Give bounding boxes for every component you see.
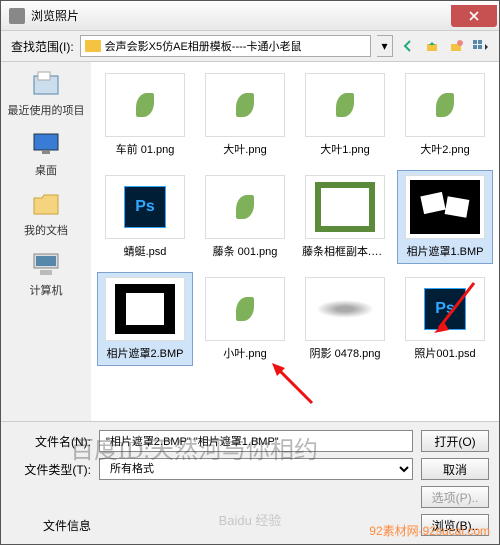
file-item[interactable]: 藤条相框副本.png — [297, 170, 393, 264]
file-name-label: 小叶.png — [223, 345, 266, 361]
file-name-label: 大叶1.png — [320, 141, 370, 157]
sidebar-item-label: 我的文档 — [24, 222, 68, 238]
path-dropdown[interactable]: 会声会影X5仿AE相册模板----卡通小老鼠 — [80, 35, 371, 57]
filename-label: 文件名(N): — [11, 433, 91, 450]
back-icon[interactable] — [399, 37, 417, 55]
sidebar-item-label: 计算机 — [30, 282, 63, 298]
recent-icon — [30, 70, 62, 98]
file-thumbnail — [105, 277, 185, 341]
fileinfo-label: 文件信息 — [11, 517, 91, 534]
sidebar-item-desktop[interactable]: 桌面 — [30, 130, 62, 178]
file-item[interactable]: 小叶.png — [197, 272, 293, 366]
desktop-icon — [30, 130, 62, 158]
filetype-select[interactable]: 所有格式 — [99, 458, 413, 480]
sidebar-item-documents[interactable]: 我的文档 — [24, 190, 68, 238]
file-name-label: 相片遮罩2.BMP — [106, 345, 183, 361]
file-item[interactable]: 大叶1.png — [297, 68, 393, 162]
path-toolbar: 查找范围(I): 会声会影X5仿AE相册模板----卡通小老鼠 ▾ — [1, 31, 499, 61]
window-title: 浏览照片 — [31, 7, 451, 24]
file-thumbnail — [205, 175, 285, 239]
file-thumbnail — [205, 73, 285, 137]
toolbar-icons — [399, 37, 489, 55]
file-thumbnail — [305, 73, 385, 137]
file-item[interactable]: 藤条 001.png — [197, 170, 293, 264]
up-folder-icon[interactable] — [423, 37, 441, 55]
file-name-label: 藤条相框副本.png — [302, 243, 388, 259]
main-area: 最近使用的项目 桌面 我的文档 计算机 车前 01.png 大叶.png 大叶1.p… — [1, 61, 499, 421]
titlebar: 浏览照片 — [1, 1, 499, 31]
file-item[interactable]: 大叶.png — [197, 68, 293, 162]
file-thumbnail — [105, 73, 185, 137]
file-item[interactable]: 相片遮罩2.BMP — [97, 272, 193, 366]
file-name-label: 大叶.png — [223, 141, 266, 157]
file-thumbnail — [305, 277, 385, 341]
file-name-label: 大叶2.png — [420, 141, 470, 157]
computer-icon — [30, 250, 62, 278]
file-name-label: 阴影 0478.png — [310, 345, 381, 361]
file-list-area[interactable]: 车前 01.png 大叶.png 大叶1.png 大叶2.png Ps 蜻蜓.psd 藤条 … — [91, 62, 499, 421]
documents-icon — [30, 190, 62, 218]
file-item[interactable]: Ps 蜻蜓.psd — [97, 170, 193, 264]
file-thumbnail: Ps — [405, 277, 485, 341]
file-item[interactable]: 阴影 0478.png — [297, 272, 393, 366]
sidebar-item-label: 最近使用的项目 — [8, 102, 85, 118]
file-item[interactable]: Ps 照片001.psd — [397, 272, 493, 366]
open-button[interactable]: 打开(O) — [421, 430, 489, 452]
range-label: 查找范围(I): — [11, 38, 74, 55]
file-thumbnail — [305, 175, 385, 239]
places-sidebar: 最近使用的项目 桌面 我的文档 计算机 — [1, 62, 91, 421]
close-button[interactable] — [451, 5, 497, 27]
sidebar-item-recent[interactable]: 最近使用的项目 — [8, 70, 85, 118]
new-folder-icon[interactable] — [447, 37, 465, 55]
watermark-center: Baidu 经验 — [219, 510, 282, 529]
file-name-label: 藤条 001.png — [213, 243, 278, 259]
path-text: 会声会影X5仿AE相册模板----卡通小老鼠 — [105, 38, 302, 54]
file-item[interactable]: 车前 01.png — [97, 68, 193, 162]
file-thumbnail — [405, 175, 485, 239]
sidebar-item-label: 桌面 — [35, 162, 57, 178]
app-icon — [9, 8, 25, 24]
close-icon — [469, 11, 479, 21]
filename-input[interactable] — [99, 430, 413, 452]
file-name-label: 照片001.psd — [414, 345, 475, 361]
file-name-label: 蜻蜓.psd — [124, 243, 167, 259]
watermark-footer: 92素材网-92sucai.com — [369, 522, 490, 539]
path-dropdown-arrow[interactable]: ▾ — [377, 35, 393, 57]
file-name-label: 车前 01.png — [116, 141, 175, 157]
file-thumbnail — [405, 73, 485, 137]
file-item[interactable]: 相片遮罩1.BMP — [397, 170, 493, 264]
file-item[interactable]: 大叶2.png — [397, 68, 493, 162]
cancel-button[interactable]: 取消 — [421, 458, 489, 480]
folder-icon — [85, 40, 101, 52]
filetype-label: 文件类型(T): — [11, 461, 91, 478]
file-thumbnail: Ps — [105, 175, 185, 239]
options-button[interactable]: 选项(P).. — [421, 486, 489, 508]
sidebar-item-computer[interactable]: 计算机 — [30, 250, 63, 298]
file-name-label: 相片遮罩1.BMP — [406, 243, 483, 259]
view-menu-icon[interactable] — [471, 37, 489, 55]
file-thumbnail — [205, 277, 285, 341]
dialog-window: 浏览照片 查找范围(I): 会声会影X5仿AE相册模板----卡通小老鼠 ▾ 最… — [0, 0, 500, 545]
